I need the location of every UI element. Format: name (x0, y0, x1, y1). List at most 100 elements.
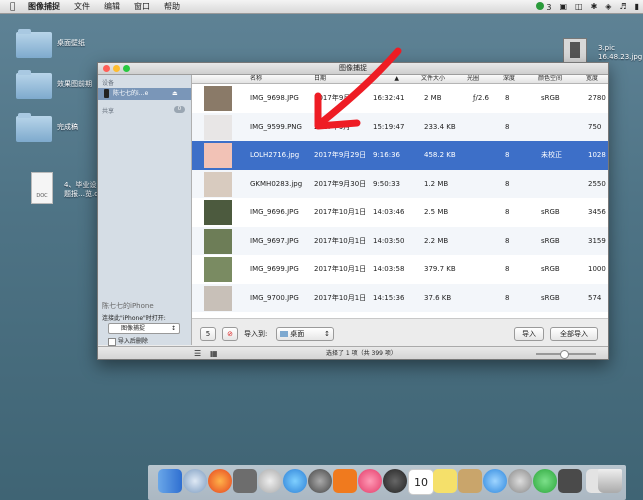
photo-thumbnail[interactable] (204, 86, 232, 111)
desktop-folder-renderings[interactable] (16, 70, 52, 99)
table-row[interactable]: IMG_9696.JPG 2017年10月1日 14:03:46 2.5 MB 8 sRG… (192, 198, 608, 227)
safari-icon[interactable] (183, 469, 207, 493)
folder-icon (16, 113, 52, 142)
app-store-icon[interactable] (283, 469, 307, 493)
delete-button[interactable]: ⊘ (222, 327, 238, 341)
column-header-name[interactable]: 名称 (250, 75, 262, 83)
cell-colorspace: 未校正 (541, 151, 562, 159)
doc-label-line2: 题报…览.d (64, 190, 99, 198)
photo-thumbnail[interactable] (204, 285, 232, 311)
wifi-icon[interactable]: ◈ (605, 2, 611, 11)
cell-date: 2017年9月29日 (314, 151, 367, 159)
taobao-icon[interactable] (333, 469, 357, 493)
close-button[interactable] (103, 65, 110, 72)
battery-icon[interactable]: ▮ (635, 2, 639, 11)
thumbnail-size-slider[interactable] (536, 350, 596, 359)
system-preferences-icon[interactable] (508, 469, 532, 493)
table-row[interactable]: LOLH2716.jpg 2017年9月29日 9:16:36 458.2 KB 8 未校… (192, 141, 608, 170)
cell-depth: 8 (505, 179, 510, 188)
cell-size: 458.2 KB (424, 151, 456, 159)
menu-item-help[interactable]: 帮助 (164, 1, 180, 12)
table-row[interactable]: IMG_9699.JPG 2017年10月1日 14:03:58 379.7 KB 8 s… (192, 255, 608, 284)
volume-icon[interactable]: ♬ (619, 2, 626, 11)
magnifier-app-icon[interactable] (308, 469, 332, 493)
bluetooth-icon[interactable]: ✱ (591, 2, 598, 11)
table-row[interactable]: IMG_9698.JPG 2017年9月 16:32:41 2 MB ƒ/2.6 8 sRG… (192, 84, 608, 113)
zoom-button[interactable] (123, 65, 130, 72)
image-file-label-line2: 16.48.23.jpg (598, 53, 643, 61)
menu-item-edit[interactable]: 编辑 (104, 1, 120, 12)
delete-after-import-checkbox[interactable]: 导入后删除 (108, 336, 148, 346)
photo-app-icon[interactable] (458, 469, 482, 493)
status-count: 3 (546, 2, 552, 12)
item-count-button[interactable]: 5 (200, 327, 216, 341)
cell-time: 15:19:47 (373, 122, 405, 131)
destination-select[interactable]: 桌面 ↕ (276, 327, 334, 341)
desktop-folder-finished[interactable] (16, 113, 52, 142)
checkbox-icon[interactable] (108, 337, 116, 346)
import-footer: 5 ⊘ 导入到: 桌面 ↕ 导入 全部导入 (192, 318, 608, 347)
delete-after-import-label: 导入后删除 (117, 338, 148, 345)
table-row[interactable]: IMG_9697.JPG 2017年10月1日 14:03:50 2.2 MB 8 sRG… (192, 226, 608, 255)
column-header-size[interactable]: 文件大小 (421, 75, 445, 83)
column-header-aperture[interactable]: 光圈 (467, 75, 479, 83)
file-list: 名称 日期 ▲ 文件大小 光圈 深度 颜色空间 宽度 IMG_9698.JPG 20… (192, 75, 608, 318)
column-header-row: 名称 日期 ▲ 文件大小 光圈 深度 颜色空间 宽度 (192, 75, 608, 84)
launchpad-icon[interactable] (258, 469, 282, 493)
quicktime-icon[interactable] (383, 469, 407, 493)
image-capture-icon[interactable] (558, 469, 582, 493)
firefox-icon[interactable] (208, 469, 232, 493)
window-status-icon[interactable]: ◫ (575, 2, 583, 11)
finder-icon[interactable] (158, 469, 182, 493)
dock: 10 (148, 465, 626, 500)
photo-thumbnail[interactable] (204, 143, 232, 168)
cell-time: 16:32:41 (373, 94, 405, 102)
pencil-app-icon[interactable] (233, 469, 257, 493)
eject-icon[interactable]: ⏏ (172, 88, 178, 100)
desktop-folder-wallpaper[interactable] (16, 29, 52, 58)
photo-thumbnail[interactable] (204, 171, 232, 197)
qq-icon[interactable] (483, 469, 507, 493)
import-button[interactable]: 导入 (514, 327, 544, 341)
import-all-button[interactable]: 全部导入 (550, 327, 598, 341)
photo-thumbnail[interactable] (204, 200, 232, 225)
column-header-colorspace[interactable]: 颜色空间 (538, 75, 562, 83)
photo-thumbnail[interactable] (204, 257, 232, 282)
list-view-icon[interactable]: ☰ (194, 347, 201, 359)
table-row[interactable]: IMG_9700.JPG 2017年10月1日 14:15:36 37.6 KB 8 sR… (192, 283, 608, 312)
cell-date: 2017年10月1日 (314, 208, 367, 216)
wechat-status-icon[interactable]: 3 (535, 1, 552, 12)
cell-colorspace: sRGB (541, 94, 560, 102)
notes-icon[interactable] (433, 469, 457, 493)
table-row[interactable]: GKMH0283.jpg 2017年9月30日 9:50:33 1.2 MB 8 2550 (192, 169, 608, 198)
cell-depth: 8 (505, 236, 510, 245)
desktop-image-file[interactable] (563, 38, 587, 64)
window-titlebar[interactable]: 图像捕捉 (98, 63, 608, 75)
cell-width: 3456 (588, 208, 606, 216)
desktop-doc-file[interactable]: DOC (31, 172, 53, 204)
apple-menu-icon[interactable]:  (10, 2, 20, 12)
menu-item-window[interactable]: 窗口 (134, 1, 150, 12)
minimize-button[interactable] (113, 65, 120, 72)
sidebar-item-device[interactable]: 陈七七的i…e ⏏ (98, 88, 191, 100)
cell-depth: 8 (505, 151, 510, 159)
trash-icon[interactable] (598, 469, 622, 493)
music-icon[interactable] (358, 469, 382, 493)
screen-status-icon[interactable]: ▣ (559, 2, 567, 11)
folder-icon (280, 331, 288, 337)
slider-knob[interactable] (560, 350, 569, 359)
open-with-select[interactable]: 图像捕捉 ↕ (108, 323, 180, 334)
column-header-depth[interactable]: 深度 (503, 75, 515, 83)
wechat-icon[interactable] (533, 469, 557, 493)
grid-view-icon[interactable]: ▦ (210, 347, 218, 359)
menu-item-app[interactable]: 图像捕捉 (28, 1, 60, 12)
column-header-width[interactable]: 宽度 (586, 75, 598, 83)
destination-value: 桌面 (290, 330, 305, 338)
photo-thumbnail[interactable] (204, 114, 232, 140)
photo-thumbnail[interactable] (204, 228, 232, 254)
table-row[interactable]: IMG_9599.PNG 2017年9月 15:19:47 233.4 KB 8 750 (192, 112, 608, 141)
menu-item-file[interactable]: 文件 (74, 1, 90, 12)
status-bar: ☰ ▦ 选择了 1 项（共 399 项） (98, 346, 608, 359)
folder-icon (16, 70, 52, 99)
calendar-icon[interactable]: 10 (408, 469, 434, 495)
